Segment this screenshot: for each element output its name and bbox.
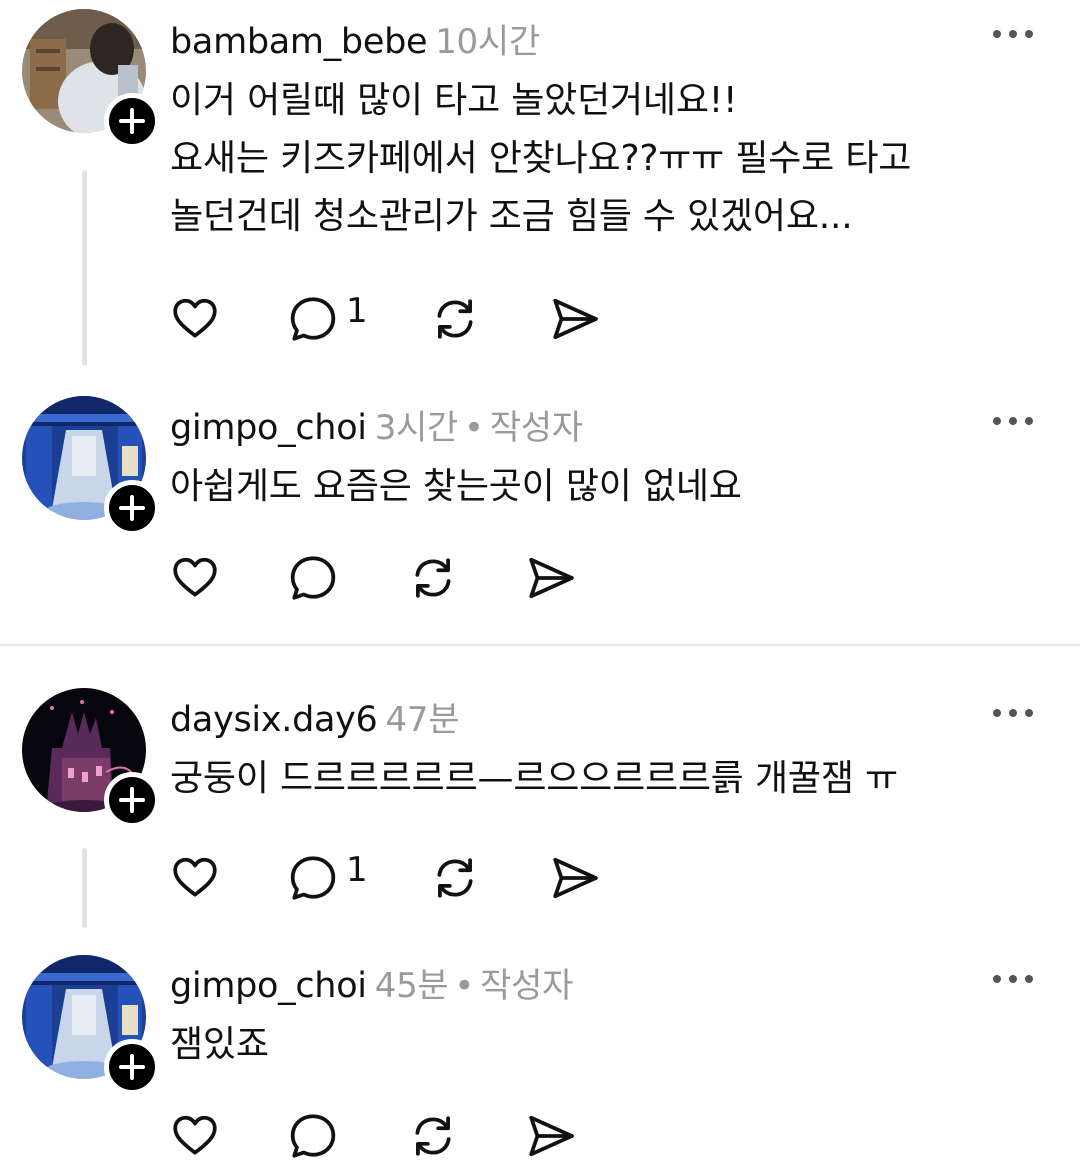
comment-line: 이거 어릴때 많이 타고 놀았던거네요!! (170, 80, 738, 121)
like-button[interactable] (170, 289, 220, 349)
plus-icon (109, 1044, 155, 1090)
timestamp: 3시간 (374, 408, 459, 448)
repost-icon (430, 848, 480, 908)
username-link[interactable]: gimpo_choi (170, 966, 367, 1006)
share-button[interactable] (550, 848, 600, 908)
reply-button[interactable]: 1 (288, 848, 368, 908)
follow-button[interactable] (104, 93, 160, 149)
repost-icon (408, 1106, 458, 1166)
heart-icon (170, 1106, 220, 1166)
send-icon (550, 289, 600, 349)
repost-icon (408, 548, 458, 608)
comment-item: bambam_bebe 10시간 이거 어릴때 많이 타고 놀았던거네요!! 요새… (0, 0, 1080, 380)
timestamp: 47분 (385, 700, 460, 740)
action-bar (170, 548, 770, 608)
username-link[interactable]: gimpo_choi (170, 408, 367, 448)
repost-button[interactable] (430, 848, 480, 908)
follow-button[interactable] (104, 480, 160, 536)
avatar[interactable] (22, 688, 160, 828)
share-button[interactable] (526, 1106, 576, 1166)
reply-button[interactable]: 1 (288, 289, 368, 349)
username-link[interactable]: bambam_bebe (170, 22, 428, 62)
thread-line (82, 848, 87, 928)
avatar[interactable] (22, 396, 160, 536)
comment-line: 궁둥이 드르르르르르—르으으르르르륽 개꿀잼 ㅠ (170, 758, 898, 799)
comment-line: 아쉽게도 요즘은 찾는곳이 많이 없네요 (170, 466, 742, 507)
thread-line (82, 170, 87, 366)
send-icon (526, 1106, 576, 1166)
timestamp: 45분 (374, 966, 449, 1006)
follow-button[interactable] (104, 1039, 160, 1095)
share-button[interactable] (550, 289, 600, 349)
reply-count: 1 (346, 291, 368, 331)
plus-icon (109, 777, 155, 823)
comment-line: 놀던건데 청소관리가 조금 힘들 수 있겠어요... (170, 196, 853, 237)
comment-text: 잼있죠 (170, 1016, 269, 1074)
action-bar (170, 1106, 770, 1166)
speech-bubble-icon (288, 548, 338, 608)
heart-icon (170, 289, 220, 349)
like-button[interactable] (170, 1106, 220, 1166)
send-icon (526, 548, 576, 608)
separator-dot: • (464, 408, 484, 448)
comment-item: daysix.day6 47분 궁둥이 드르르르르르—르으으르르르륽 개꿀잼 ㅠ … (0, 646, 1080, 944)
comment-line: 잼있죠 (170, 1024, 269, 1065)
comment-header: daysix.day6 47분 (170, 692, 459, 741)
comment-text: 아쉽게도 요즘은 찾는곳이 많이 없네요 (170, 458, 742, 516)
like-button[interactable] (170, 548, 220, 608)
author-badge: 작성자 (480, 966, 574, 1006)
send-icon (550, 848, 600, 908)
follow-button[interactable] (104, 772, 160, 828)
username-link[interactable]: daysix.day6 (170, 700, 378, 740)
speech-bubble-icon (288, 1106, 338, 1166)
more-dots-icon[interactable] (990, 23, 1036, 45)
comment-header: gimpo_choi 3시간 • 작성자 (170, 400, 583, 449)
repost-button[interactable] (408, 1106, 458, 1166)
repost-icon (430, 289, 480, 349)
speech-bubble-icon (288, 848, 338, 908)
action-bar: 1 (170, 289, 770, 349)
comment-line: 요새는 키즈카페에서 안찾나요??ㅠㅠ 필수로 타고 (170, 138, 912, 179)
avatar[interactable] (22, 955, 160, 1095)
comment-text: 이거 어릴때 많이 타고 놀았던거네요!! 요새는 키즈카페에서 안찾나요??ㅠ… (170, 72, 911, 246)
author-badge: 작성자 (489, 408, 583, 448)
separator-dot: • (454, 966, 475, 1006)
reply-count: 1 (346, 850, 368, 890)
comment-header: gimpo_choi 45분 • 작성자 (170, 958, 573, 1007)
more-dots-icon[interactable] (990, 410, 1036, 432)
action-bar: 1 (170, 848, 770, 908)
heart-icon (170, 548, 220, 608)
comment-header: bambam_bebe 10시간 (170, 14, 540, 63)
more-dots-icon[interactable] (990, 702, 1036, 724)
reply-button[interactable] (288, 1106, 338, 1166)
comment-item: gimpo_choi 3시간 • 작성자 아쉽게도 요즘은 찾는곳이 많이 없네요 (0, 380, 1080, 642)
share-button[interactable] (526, 548, 576, 608)
speech-bubble-icon (288, 289, 338, 349)
like-button[interactable] (170, 848, 220, 908)
reply-button[interactable] (288, 548, 338, 608)
repost-button[interactable] (430, 289, 480, 349)
comment-text: 궁둥이 드르르르르르—르으으르르르륽 개꿀잼 ㅠ (170, 750, 898, 808)
repost-button[interactable] (408, 548, 458, 608)
more-dots-icon[interactable] (990, 968, 1036, 990)
comment-item: gimpo_choi 45분 • 작성자 잼있죠 (0, 944, 1080, 1170)
heart-icon (170, 848, 220, 908)
plus-icon (109, 98, 155, 144)
plus-icon (109, 485, 155, 531)
timestamp: 10시간 (435, 22, 540, 62)
avatar[interactable] (22, 9, 160, 149)
